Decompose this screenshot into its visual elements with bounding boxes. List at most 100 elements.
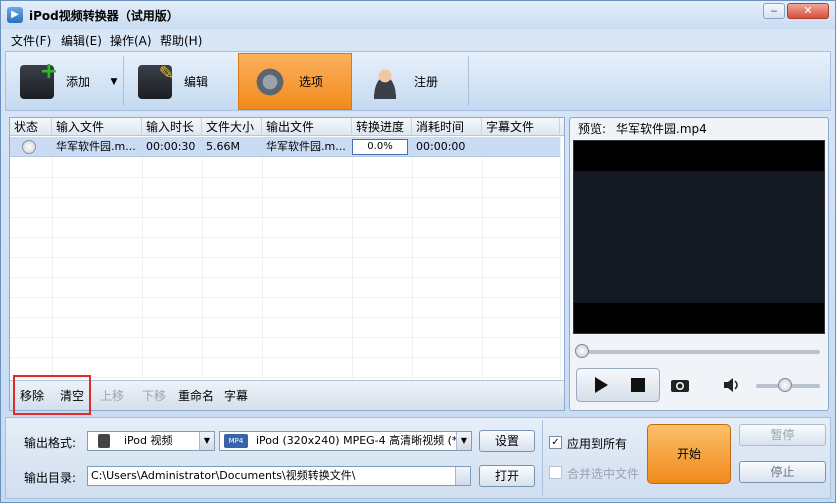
grid-line bbox=[10, 237, 560, 238]
seek-bar[interactable] bbox=[578, 350, 820, 354]
grid-line bbox=[10, 257, 560, 258]
output-dir-label: 输出目录: bbox=[24, 471, 77, 485]
apply-all-label: 应用到所有 bbox=[567, 437, 628, 451]
app-icon: ▶ bbox=[7, 7, 23, 23]
col-status[interactable]: 状态 bbox=[10, 118, 52, 136]
grid-line bbox=[10, 217, 560, 218]
play-button[interactable] bbox=[583, 372, 617, 398]
add-button[interactable]: + 添加 bbox=[6, 53, 106, 110]
minimize-button[interactable]: ‒ bbox=[763, 3, 785, 19]
menu-file[interactable]: 文件(F) bbox=[11, 32, 51, 49]
merge-checkbox[interactable] bbox=[549, 466, 562, 479]
stop-convert-button[interactable]: 停止 bbox=[739, 461, 826, 483]
register-label: 注册 bbox=[414, 75, 439, 89]
stop-icon bbox=[631, 378, 645, 392]
preview-panel: 预览: 华军软件园.mp4 bbox=[569, 117, 829, 411]
user-icon bbox=[368, 64, 402, 99]
grid-line bbox=[52, 136, 53, 392]
stop-button[interactable] bbox=[621, 372, 655, 398]
video-frame bbox=[574, 171, 824, 303]
subtitle-button[interactable]: 字幕 bbox=[220, 385, 252, 407]
profile-select[interactable]: MP4 iPod (320x240) MPEG-4 高清晰视频 (*.m ▼ bbox=[219, 431, 472, 451]
open-button[interactable]: 打开 bbox=[479, 465, 535, 487]
grid-line bbox=[10, 317, 560, 318]
menu-edit[interactable]: 编辑(E) bbox=[61, 32, 102, 49]
toolbar: + 添加 ▼ ✎ 编辑 选项 注册 bbox=[5, 51, 831, 111]
add-label: 添加 bbox=[66, 75, 91, 89]
output-dir-field[interactable]: C:\Users\Administrator\Documents\视频转换文件\ bbox=[87, 466, 471, 486]
grid-line bbox=[482, 136, 483, 392]
grid-line bbox=[10, 297, 560, 298]
window-title: iPod视频转换器（试用版） bbox=[29, 9, 179, 23]
chevron-down-icon bbox=[455, 467, 470, 485]
close-button[interactable]: ✕ bbox=[787, 3, 829, 19]
preview-filename: 华军软件园.mp4 bbox=[616, 122, 707, 136]
cell-input-file: 华军软件园.m... bbox=[56, 140, 136, 153]
table-header: 状态 输入文件 输入时长 文件大小 输出文件 转换进度 消耗时间 字幕文件 bbox=[10, 118, 564, 136]
start-button[interactable]: 开始 bbox=[647, 424, 731, 484]
progress-bar: 0.0% bbox=[352, 139, 408, 155]
playback-controls bbox=[576, 368, 660, 402]
edit-button[interactable]: ✎ 编辑 bbox=[124, 53, 236, 110]
settings-button[interactable]: 设置 bbox=[479, 430, 535, 452]
volume-button[interactable] bbox=[722, 377, 740, 393]
chevron-down-icon: ▼ bbox=[456, 432, 471, 450]
col-input-duration[interactable]: 输入时长 bbox=[142, 118, 202, 136]
cell-output-file: 华军软件园.m... bbox=[266, 140, 346, 153]
menu-action[interactable]: 操作(A) bbox=[110, 32, 152, 49]
play-icon bbox=[595, 377, 608, 393]
grid-line bbox=[10, 357, 560, 358]
pause-button[interactable]: 暂停 bbox=[739, 424, 826, 446]
list-action-bar: 移除 清空 上移 下移 重命名 字幕 bbox=[10, 380, 564, 410]
col-output-file[interactable]: 输出文件 bbox=[262, 118, 352, 136]
col-file-size[interactable]: 文件大小 bbox=[202, 118, 262, 136]
output-dir-value: C:\Users\Administrator\Documents\视频转换文件\ bbox=[91, 469, 356, 482]
add-dropdown-button[interactable]: ▼ bbox=[106, 53, 122, 110]
snapshot-button[interactable] bbox=[670, 377, 690, 393]
apply-all-checkbox[interactable]: ✓ bbox=[549, 436, 562, 449]
move-down-button[interactable]: 下移 bbox=[138, 385, 170, 407]
divider bbox=[542, 420, 543, 496]
col-subtitle[interactable]: 字幕文件 bbox=[482, 118, 560, 136]
status-idle-icon bbox=[22, 140, 36, 154]
cell-duration: 00:00:30 bbox=[146, 140, 196, 153]
register-button[interactable]: 注册 bbox=[354, 53, 466, 110]
output-settings-panel: 输出格式: iPod 视频 ▼ MP4 iPod (320x240) MPEG-… bbox=[5, 417, 831, 499]
grid-line bbox=[10, 177, 560, 178]
file-list: 状态 输入文件 输入时长 文件大小 输出文件 转换进度 消耗时间 字幕文件 华军… bbox=[9, 117, 565, 415]
col-elapsed[interactable]: 消耗时间 bbox=[412, 118, 482, 136]
menu-help[interactable]: 帮助(H) bbox=[160, 32, 202, 49]
gear-icon bbox=[253, 64, 287, 99]
options-label: 选项 bbox=[299, 75, 324, 89]
add-video-icon: + bbox=[20, 60, 58, 99]
menu-bar: 文件(F) 编辑(E) 操作(A) 帮助(H) bbox=[1, 29, 835, 49]
edit-label: 编辑 bbox=[184, 75, 209, 89]
app-window: ▶ iPod视频转换器（试用版） ‒ ✕ 文件(F) 编辑(E) 操作(A) 帮… bbox=[0, 0, 836, 503]
chevron-down-icon: ▼ bbox=[110, 76, 118, 87]
grid-line bbox=[352, 136, 353, 392]
profile-value: iPod (320x240) MPEG-4 高清晰视频 (*.m bbox=[256, 434, 472, 447]
col-progress[interactable]: 转换进度 bbox=[352, 118, 412, 136]
grid-line bbox=[10, 377, 560, 378]
move-up-button[interactable]: 上移 bbox=[96, 385, 128, 407]
options-button[interactable]: 选项 bbox=[238, 53, 352, 110]
grid-line bbox=[412, 136, 413, 392]
grid-line bbox=[142, 136, 143, 392]
col-input-file[interactable]: 输入文件 bbox=[52, 118, 142, 136]
rename-button[interactable]: 重命名 bbox=[174, 385, 218, 407]
grid-line bbox=[10, 197, 560, 198]
grid-line bbox=[202, 136, 203, 392]
device-select[interactable]: iPod 视频 ▼ bbox=[87, 431, 215, 451]
grid-line bbox=[560, 136, 561, 392]
preview-label: 预览: bbox=[578, 122, 607, 136]
video-preview bbox=[573, 140, 825, 334]
chevron-down-icon: ▼ bbox=[199, 432, 214, 450]
grid-line bbox=[262, 136, 263, 392]
table-row[interactable]: 华军软件园.m... 00:00:30 5.66M 华军软件园.m... 0.0… bbox=[10, 137, 560, 157]
output-format-label: 输出格式: bbox=[24, 436, 77, 450]
cell-subtitle bbox=[482, 137, 560, 157]
grid-line bbox=[10, 277, 560, 278]
volume-handle[interactable] bbox=[778, 378, 793, 392]
seek-handle[interactable] bbox=[575, 344, 589, 358]
speaker-icon bbox=[724, 378, 738, 392]
